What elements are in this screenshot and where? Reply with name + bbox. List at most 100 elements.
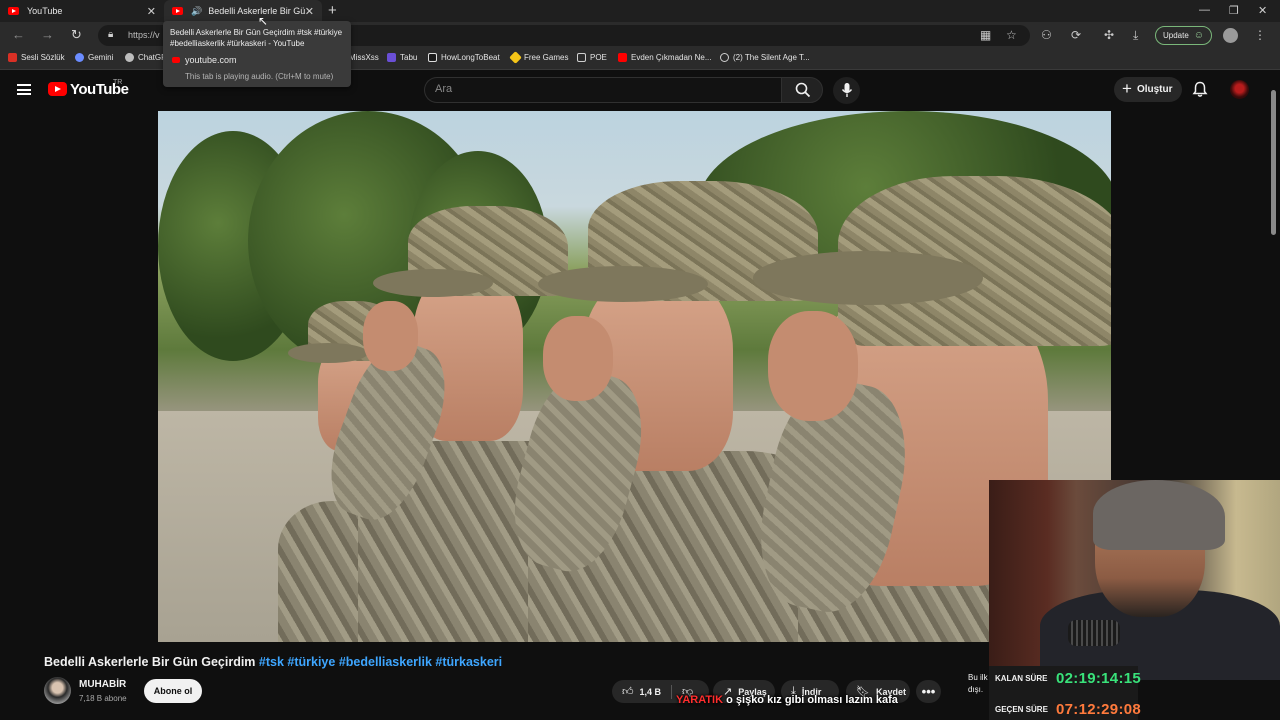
bookmark-favicon-icon <box>75 53 84 62</box>
browser-tab-youtube[interactable]: YouTube ✕ <box>0 0 164 22</box>
profile-avatar[interactable] <box>1223 28 1238 43</box>
create-label: Oluştur <box>1136 84 1173 95</box>
browser-tab-active-video[interactable]: 🔊 Bedelli Askerlerle Bir Gün Geçirdim ✕ <box>164 0 322 22</box>
voice-search-button[interactable] <box>833 77 860 104</box>
chat-username: YARATIK <box>676 694 724 706</box>
bookmark-label: Tabu <box>400 53 418 62</box>
remaining-time-label: KALAN SÜRE <box>995 674 1048 683</box>
bookmark-favicon-icon <box>8 53 17 62</box>
restore-icon[interactable]: ❐ <box>1229 4 1239 17</box>
apps-icon[interactable]: ▦ <box>980 28 991 42</box>
download-icon[interactable]: ⤓ <box>1133 28 1138 43</box>
bookmark-star-icon[interactable]: ☆ <box>1006 28 1017 42</box>
bookmark-label: POE <box>590 53 607 62</box>
close-window-icon[interactable]: ✕ <box>1258 4 1267 17</box>
elapsed-time-value: 07:12:29:08 <box>1056 701 1142 718</box>
search-button[interactable] <box>781 77 823 103</box>
tooltip-title: Bedelli Askerlerle Bir Gün Geçirdim #tsk… <box>170 28 343 48</box>
minimize-icon[interactable]: — <box>1199 4 1210 16</box>
description-preview[interactable]: Bu ilk dışı. <box>968 672 988 696</box>
bookmark-label: Free Games <box>524 53 569 62</box>
globe-icon <box>720 53 729 62</box>
bookmark-label: Sesli Sözlük <box>21 53 65 62</box>
country-code: TR <box>113 79 123 86</box>
notifications-bell-icon[interactable] <box>1192 81 1208 103</box>
bookmark-label: Gemini <box>88 53 114 62</box>
search-icon <box>795 82 811 98</box>
bookmark-item[interactable]: (2) The Silent Age T... <box>720 53 810 62</box>
bookmark-favicon-icon <box>125 53 134 62</box>
forward-icon[interactable]: → <box>41 27 54 42</box>
folder-icon <box>577 53 586 62</box>
search-box[interactable] <box>424 77 782 103</box>
tooltip-domain: youtube.com <box>185 55 237 65</box>
video-title-text: Bedelli Askerlerle Bir Gün Geçirdim <box>44 655 256 669</box>
reload-icon[interactable]: ↻ <box>71 27 82 43</box>
youtube-favicon-icon <box>172 57 180 63</box>
speaker-icon[interactable]: 🔊 <box>191 6 202 17</box>
bookmark-item[interactable]: Gemini <box>75 53 113 62</box>
bookmark-label: Evden Çıkmadan Ne... <box>631 53 712 62</box>
webcam-beanie <box>1093 480 1225 550</box>
channel-name[interactable]: MUHABİR <box>79 679 126 690</box>
bookmark-favicon-icon <box>509 51 522 64</box>
new-tab-icon[interactable]: + <box>328 2 337 19</box>
elapsed-time-label: GEÇEN SÜRE <box>995 705 1048 714</box>
puzzle-icon[interactable]: ✣ <box>1104 28 1114 42</box>
search-input[interactable] <box>435 83 765 95</box>
bookmark-item[interactable]: MissXss <box>349 53 379 62</box>
more-actions-button[interactable]: ••• <box>916 680 941 703</box>
stream-chat-message: YARATIK o şişko kız gibi olması lazım ka… <box>676 694 898 706</box>
create-button[interactable]: + Oluştur <box>1114 77 1182 102</box>
bookmark-label: (2) The Silent Age T... <box>733 53 810 62</box>
page-scrollbar[interactable] <box>1271 90 1276 235</box>
chat-text: o şişko kız gibi olması lazım kafa <box>726 694 898 706</box>
bookmark-item[interactable]: POE <box>577 53 607 62</box>
more-icon: ••• <box>921 684 936 699</box>
video-title: Bedelli Askerlerle Bir Gün Geçirdim #tsk… <box>44 655 502 669</box>
tooltip-audio-note: This tab is playing audio. (Ctrl+M to mu… <box>185 72 334 81</box>
close-tab-icon[interactable]: ✕ <box>147 5 156 18</box>
sync-icon[interactable]: ⟳ <box>1071 28 1081 42</box>
close-tab-icon[interactable]: ✕ <box>305 5 314 18</box>
bookmark-label: MissXss <box>349 53 379 62</box>
user-avatar[interactable] <box>1230 80 1249 99</box>
bookmark-item[interactable]: Sesli Sözlük <box>8 53 65 62</box>
update-button[interactable]: Update ☺ <box>1155 26 1212 45</box>
microphone-icon <box>841 83 853 97</box>
browser-menu-icon[interactable]: ⋮ <box>1254 28 1266 42</box>
update-status-icon: ☺ <box>1193 30 1205 41</box>
bookmark-item[interactable]: HowLongToBeat <box>428 53 500 62</box>
url-text[interactable]: https://v <box>128 30 160 40</box>
video-player[interactable] <box>158 111 1111 642</box>
channel-avatar[interactable] <box>44 677 71 704</box>
subscriber-count: 7,18 B abone <box>79 694 127 703</box>
lock-icon[interactable]: 🔒︎ <box>108 29 113 40</box>
hamburger-menu-icon[interactable] <box>17 84 31 95</box>
like-divider <box>671 684 673 699</box>
bookmark-item[interactable]: Evden Çıkmadan Ne... <box>618 53 711 62</box>
mouse-cursor-icon: ↖ <box>258 14 269 28</box>
bookmark-favicon-icon <box>618 53 627 62</box>
youtube-logo-icon[interactable] <box>48 82 67 96</box>
update-label: Update <box>1163 31 1189 40</box>
like-icon[interactable]: 👍︎ <box>622 685 634 698</box>
tab-label: YouTube <box>27 6 63 16</box>
remaining-time-value: 02:19:14:15 <box>1056 670 1142 687</box>
microphone-icon <box>1068 620 1120 646</box>
extension-icon[interactable]: ⚇ <box>1041 28 1052 42</box>
youtube-favicon-icon <box>172 7 183 15</box>
bookmark-item[interactable]: ChatGPT <box>125 53 164 62</box>
bookmark-item[interactable]: Free Games <box>509 51 569 64</box>
bookmark-item[interactable]: Tabu <box>387 53 417 62</box>
subscribe-button[interactable]: Abone ol <box>144 679 202 703</box>
video-hashtags[interactable]: #tsk #türkiye #bedelliaskerlik #türkaske… <box>259 655 502 669</box>
youtube-favicon-icon <box>8 7 19 15</box>
bookmark-label: ChatGPT <box>138 53 164 62</box>
bookmark-favicon-icon <box>387 53 396 62</box>
plus-icon: + <box>1122 78 1132 98</box>
bookmark-label: HowLongToBeat <box>441 53 500 62</box>
like-count[interactable]: 1,4 B <box>640 687 662 697</box>
tab-label: Bedelli Askerlerle Bir Gün Geçirdim <box>208 6 305 16</box>
back-icon[interactable]: ← <box>12 27 25 42</box>
